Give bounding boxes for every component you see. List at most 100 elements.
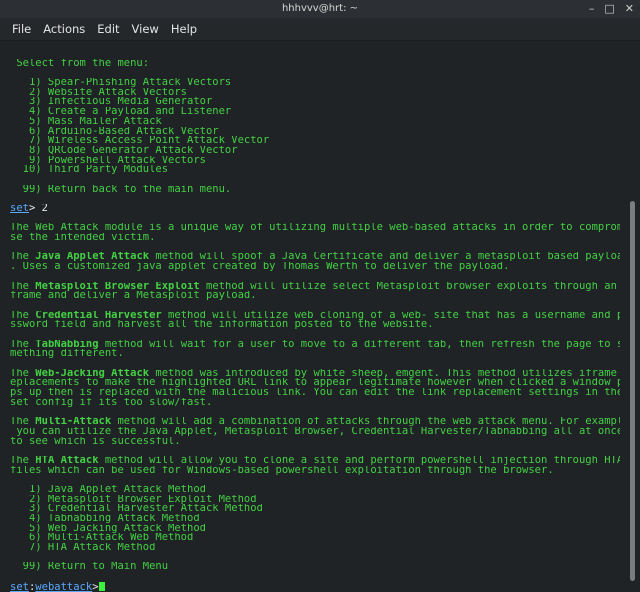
web-menu-item: 3) Credential Harvester Attack Method [10, 504, 263, 514]
description-text: files which can be used for Windows-base… [10, 465, 554, 476]
description-text: to see which is successful. [10, 436, 181, 447]
description-text: method was introduced by white sheep, em… [149, 368, 620, 379]
method-name: TabNabbing [35, 339, 99, 350]
description-text: The [10, 455, 36, 466]
description-line: set_config if its too slow/fast. [10, 398, 620, 408]
description-text: set_config if its too slow/fast. [10, 397, 213, 408]
return-web-option: 99) Return to Main Menu [10, 562, 169, 573]
description-text: method will utilize select Metasploit br… [199, 281, 620, 292]
description-text: The [10, 339, 36, 350]
minimize-icon[interactable]: – [589, 0, 595, 18]
description-line: files which can be used for Windows-base… [10, 466, 620, 476]
menu-view[interactable]: View [126, 18, 165, 40]
description-text: method will add a combination of attacks… [111, 417, 620, 427]
maximize-icon[interactable]: □ [604, 0, 614, 18]
description-line: you can utilize the Java Applet, Metaspl… [10, 427, 620, 437]
terminal-window: hhhvvv@hrt: ~ – □ ✕ File Actions Edit View H… [0, 0, 640, 592]
description-text: The [10, 368, 36, 379]
description-line: ps up then is replaced with the maliciou… [10, 388, 620, 398]
prompt-set: set [10, 581, 29, 592]
web-menu-item: 4) Tabnabbing Attack Method [10, 514, 200, 524]
description-text: you can utilize the Java Applet, Metaspl… [10, 426, 620, 437]
description-line: mething different. [10, 349, 620, 359]
menu-edit[interactable]: Edit [91, 18, 125, 40]
prompt-line: set:webattack> [10, 581, 620, 592]
method-name: Credential Harvester [35, 310, 162, 321]
cursor [98, 581, 105, 591]
description-text: eplacements to make the highlighted URL … [10, 378, 620, 389]
web-menu-item: 1) Java Applet Attack Method [10, 484, 206, 495]
description-line: eplacements to make the highlighted URL … [10, 378, 620, 388]
main-menu-item: 2) Website Attack Vectors [10, 87, 188, 98]
method-name: Multi-Attack [35, 417, 112, 427]
main-menu-item: 5) Mass Mailer Attack [10, 116, 162, 127]
description-text: ssword field and harvest all the informa… [10, 320, 434, 330]
description-line: The TabNabbing method will wait for a us… [10, 340, 620, 350]
main-menu-item: 6) Arduino-Based Attack Vector [10, 126, 219, 137]
main-menu-item: 7) Wireless Access Point Attack Vector [10, 136, 270, 146]
description-text: method will allow you to clone a site an… [98, 455, 620, 466]
menu-file[interactable]: File [0, 18, 37, 40]
description-line: ssword field and harvest all the informa… [10, 320, 620, 330]
description-line: to see which is successful. [10, 437, 620, 447]
method-name: Java Applet Attack [35, 252, 150, 263]
main-menu-item: 3) Infectious Media Generator [10, 97, 213, 108]
description-text: The [10, 252, 36, 263]
window-controls: – □ ✕ [589, 0, 634, 18]
description-line: The Web-Jacking Attack method was introd… [10, 369, 620, 379]
prompt-input: > 2 [28, 204, 48, 214]
web-menu-item: 6) Multi-Attack Web Method [10, 533, 194, 544]
close-icon[interactable]: ✕ [625, 0, 634, 18]
method-name: Metasploit Browser Exploit [35, 281, 200, 292]
description-line: The Java Applet Attack method will spoof… [10, 252, 620, 262]
menu-actions[interactable]: Actions [37, 18, 91, 40]
description-line: . Uses a customized java applet created … [10, 262, 620, 272]
description-text: ps up then is replaced with the maliciou… [10, 388, 620, 398]
terminal-output[interactable]: Select from the menu: 1) Spear-Phishing … [0, 41, 626, 592]
scrollbar[interactable] [626, 41, 640, 592]
prompt-line: set> 2 [10, 204, 620, 214]
web-menu-item: 5) Web Jacking Attack Method [10, 523, 206, 534]
web-menu-item: 2) Metasploit Browser Exploit Method [10, 494, 257, 505]
description-text: method will wait for a user to move to a… [98, 339, 620, 350]
description-line: The Metasploit Browser Exploit method wi… [10, 282, 620, 292]
title-bar: hhhvvv@hrt: ~ – □ ✕ [0, 0, 640, 18]
description-text: The [10, 417, 36, 427]
menu-help[interactable]: Help [165, 18, 203, 40]
scrollbar-thumb[interactable] [630, 201, 635, 581]
main-menu-item: 8) QRCode Generator Attack Vector [10, 145, 238, 156]
description-text: The [10, 281, 36, 292]
return-main-option: 99) Return back to the main menu. [10, 184, 232, 195]
web-menu-item: 7) HTA Attack Method [10, 543, 156, 553]
method-name: Web-Jacking Attack [35, 368, 150, 379]
description-text: The [10, 310, 36, 321]
main-menu-item: 1) Spear-Phishing Attack Vectors [10, 78, 232, 88]
prompt-set: set [10, 204, 29, 214]
window-title: hhhvvv@hrt: ~ [281, 3, 359, 14]
intro-text: The Web Attack module is a unique way of… [10, 223, 620, 234]
description-text: . Uses a customized java applet created … [10, 262, 510, 272]
description-line: The Credential Harvester method will uti… [10, 311, 620, 321]
main-menu-item: 9) Powershell Attack Vectors [10, 155, 206, 166]
description-line: frame and deliver a Metasploit payload. [10, 291, 620, 301]
menu-bar: File Actions Edit View Help [0, 18, 640, 41]
description-line: The HTA Attack method will allow you to … [10, 456, 620, 466]
description-line: The Multi-Attack method will add a combi… [10, 417, 620, 427]
terminal-content: Select from the menu: 1) Spear-Phishing … [10, 49, 620, 592]
description-text: method will spoof a Java Certificate and… [149, 252, 620, 263]
main-menu-item: 10) Third Party Modules [10, 165, 169, 175]
intro-text: se the intended victim. [10, 233, 156, 243]
